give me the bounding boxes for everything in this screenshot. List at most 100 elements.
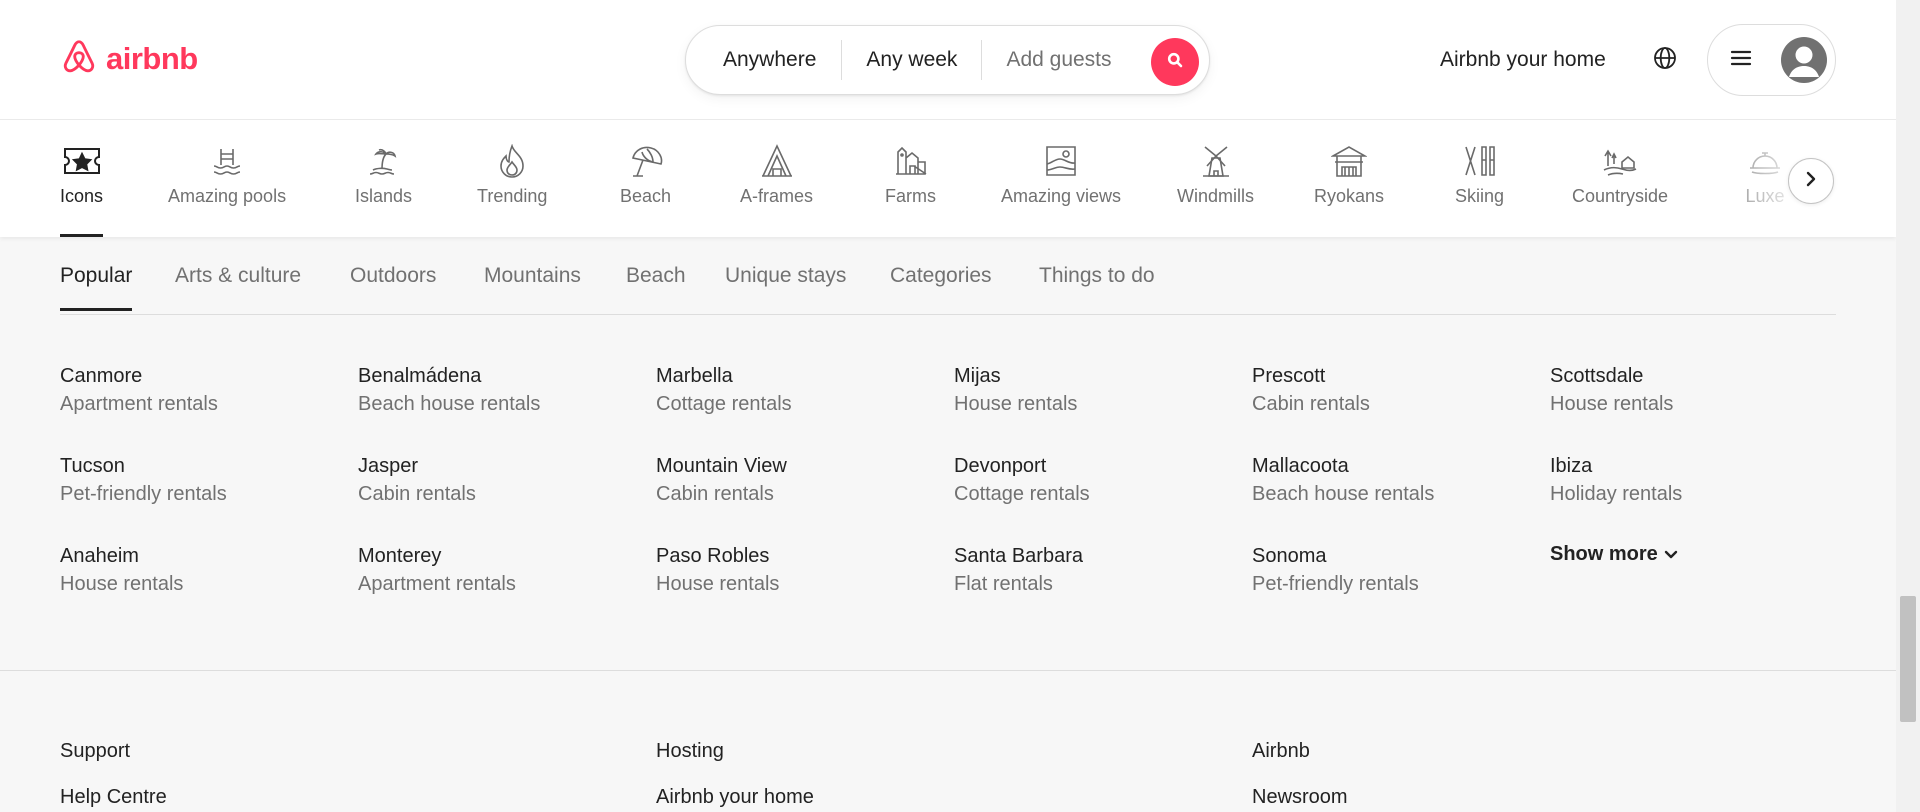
tab-arts-culture[interactable]: Arts & culture <box>175 264 301 288</box>
category-islands[interactable]: Islands <box>355 120 412 237</box>
category-label: Amazing views <box>1001 186 1122 206</box>
category-icons[interactable]: Icons <box>60 120 104 237</box>
ryokan-icon <box>1329 141 1369 181</box>
destination-city: Jasper <box>358 455 419 477</box>
category-label: Icons <box>60 186 104 206</box>
destination-city: Anaheim <box>60 545 139 567</box>
destination-type: Cabin rentals <box>656 483 774 505</box>
category-windmills[interactable]: Windmills <box>1177 120 1254 237</box>
destination-link[interactable]: Paso Robles House rentals <box>656 542 779 597</box>
destination-link[interactable]: Jasper Cabin rentals <box>358 452 476 507</box>
category-a-frames[interactable]: A-frames <box>740 120 813 237</box>
category-beach[interactable]: Beach <box>620 120 671 237</box>
chevron-down-icon <box>1664 543 1678 566</box>
tab-things-to-do[interactable]: Things to do <box>1039 264 1155 288</box>
footer-heading: Hosting <box>656 740 724 762</box>
tab-mountains[interactable]: Mountains <box>484 264 581 288</box>
destination-type: Beach house rentals <box>358 393 541 415</box>
tab-categories[interactable]: Categories <box>890 264 992 288</box>
category-amazing-pools[interactable]: Amazing pools <box>168 120 286 237</box>
search-submit-button[interactable] <box>1151 38 1199 86</box>
page-scrollbar[interactable] <box>1896 0 1920 812</box>
search-guests-button[interactable]: Add guests <box>982 26 1135 94</box>
category-label: Beach <box>620 186 672 206</box>
footer-link[interactable]: Help Centre <box>60 786 167 809</box>
destination-type: Beach house rentals <box>1252 483 1435 505</box>
scrollbar-thumb[interactable] <box>1900 596 1916 722</box>
footer-heading: Airbnb <box>1252 740 1310 762</box>
destination-link[interactable]: Santa Barbara Flat rentals <box>954 542 1083 597</box>
category-label: Islands <box>355 186 413 206</box>
destination-link[interactable]: Mallacoota Beach house rentals <box>1252 452 1434 507</box>
category-label: Luxe <box>1745 186 1785 206</box>
search-icon <box>1167 52 1183 73</box>
footer-link[interactable]: Newsroom <box>1252 786 1348 809</box>
destination-city: Monterey <box>358 545 442 567</box>
search-where-button[interactable]: Anywhere <box>686 26 841 94</box>
destination-type: Flat rentals <box>954 573 1053 595</box>
footer-column-support: Support Help Centre <box>60 740 167 809</box>
footer-column-hosting: Hosting Airbnb your home <box>656 740 814 809</box>
destination-type: Cottage rentals <box>954 483 1090 505</box>
destination-city: Devonport <box>954 455 1047 477</box>
skis-icon <box>1460 141 1500 181</box>
show-more-label: Show more <box>1550 543 1658 565</box>
tab-unique-stays[interactable]: Unique stays <box>725 264 846 288</box>
destination-city: Mallacoota <box>1252 455 1349 477</box>
destination-link[interactable]: Ibiza Holiday rentals <box>1550 452 1682 507</box>
destination-link[interactable]: Devonport Cottage rentals <box>954 452 1090 507</box>
airbnb-your-home-link[interactable]: Airbnb your home <box>1440 48 1606 72</box>
user-menu-button[interactable] <box>1707 24 1836 96</box>
destination-type: House rentals <box>954 393 1078 415</box>
category-ryokans[interactable]: Ryokans <box>1314 120 1384 237</box>
category-label: Farms <box>885 186 936 206</box>
search-bar[interactable]: Anywhere Any week Add guests <box>685 25 1210 95</box>
destination-link[interactable]: Anaheim House rentals <box>60 542 183 597</box>
destination-link[interactable]: Marbella Cottage rentals <box>656 362 792 417</box>
category-trending[interactable]: Trending <box>477 120 547 237</box>
brand-wordmark: airbnb <box>106 40 198 76</box>
destination-city: Benalmádena <box>358 365 482 387</box>
category-label: Countryside <box>1572 186 1669 206</box>
category-countryside[interactable]: Countryside <box>1572 120 1668 237</box>
show-more-button[interactable]: Show more <box>1550 543 1678 566</box>
destination-type: Apartment rentals <box>358 573 516 595</box>
category-label: Windmills <box>1177 186 1255 206</box>
airbnb-logo[interactable]: airbnb <box>60 34 198 83</box>
destination-type: Pet-friendly rentals <box>60 483 227 505</box>
destination-link[interactable]: Prescott Cabin rentals <box>1252 362 1370 417</box>
category-amazing-views[interactable]: Amazing views <box>1001 120 1121 237</box>
destination-link[interactable]: Tucson Pet-friendly rentals <box>60 452 227 507</box>
beach-umbrella-icon <box>626 141 666 181</box>
destination-link[interactable]: Sonoma Pet-friendly rentals <box>1252 542 1419 597</box>
category-next-button[interactable] <box>1788 158 1834 204</box>
category-farms[interactable]: Farms <box>885 120 936 237</box>
footer-link[interactable]: Airbnb your home <box>656 786 814 809</box>
tab-outdoors[interactable]: Outdoors <box>350 264 436 288</box>
airbnb-belo-icon <box>60 34 98 83</box>
destination-link[interactable]: Scottsdale House rentals <box>1550 362 1673 417</box>
destination-link[interactable]: Benalmádena Beach house rentals <box>358 362 540 417</box>
destination-city: Sonoma <box>1252 545 1327 567</box>
destination-link[interactable]: Monterey Apartment rentals <box>358 542 516 597</box>
destination-link[interactable]: Mijas House rentals <box>954 362 1077 417</box>
destination-city: Scottsdale <box>1550 365 1644 387</box>
tab-popular[interactable]: Popular <box>60 264 133 311</box>
user-avatar-icon <box>1781 37 1827 83</box>
footer-heading: Support <box>60 740 131 762</box>
search-when-button[interactable]: Any week <box>842 26 981 94</box>
hamburger-menu-icon <box>1730 49 1752 72</box>
destination-type: Holiday rentals <box>1550 483 1683 505</box>
destination-link[interactable]: Mountain View Cabin rentals <box>656 452 787 507</box>
tab-beach[interactable]: Beach <box>626 264 686 288</box>
category-skiing[interactable]: Skiing <box>1455 120 1504 237</box>
destination-city: Prescott <box>1252 365 1326 387</box>
language-button[interactable] <box>1651 46 1679 74</box>
category-luxe[interactable]: Luxe <box>1745 120 1785 237</box>
destination-type: Pet-friendly rentals <box>1252 573 1419 595</box>
site-header: airbnb Anywhere Any week Add guests Airb… <box>0 0 1896 120</box>
category-label: Ryokans <box>1314 186 1385 206</box>
countryside-icon <box>1600 141 1640 181</box>
destination-link[interactable]: Canmore Apartment rentals <box>60 362 218 417</box>
inspiration-tabs: Popular Arts & culture Outdoors Mountain… <box>60 258 1836 315</box>
